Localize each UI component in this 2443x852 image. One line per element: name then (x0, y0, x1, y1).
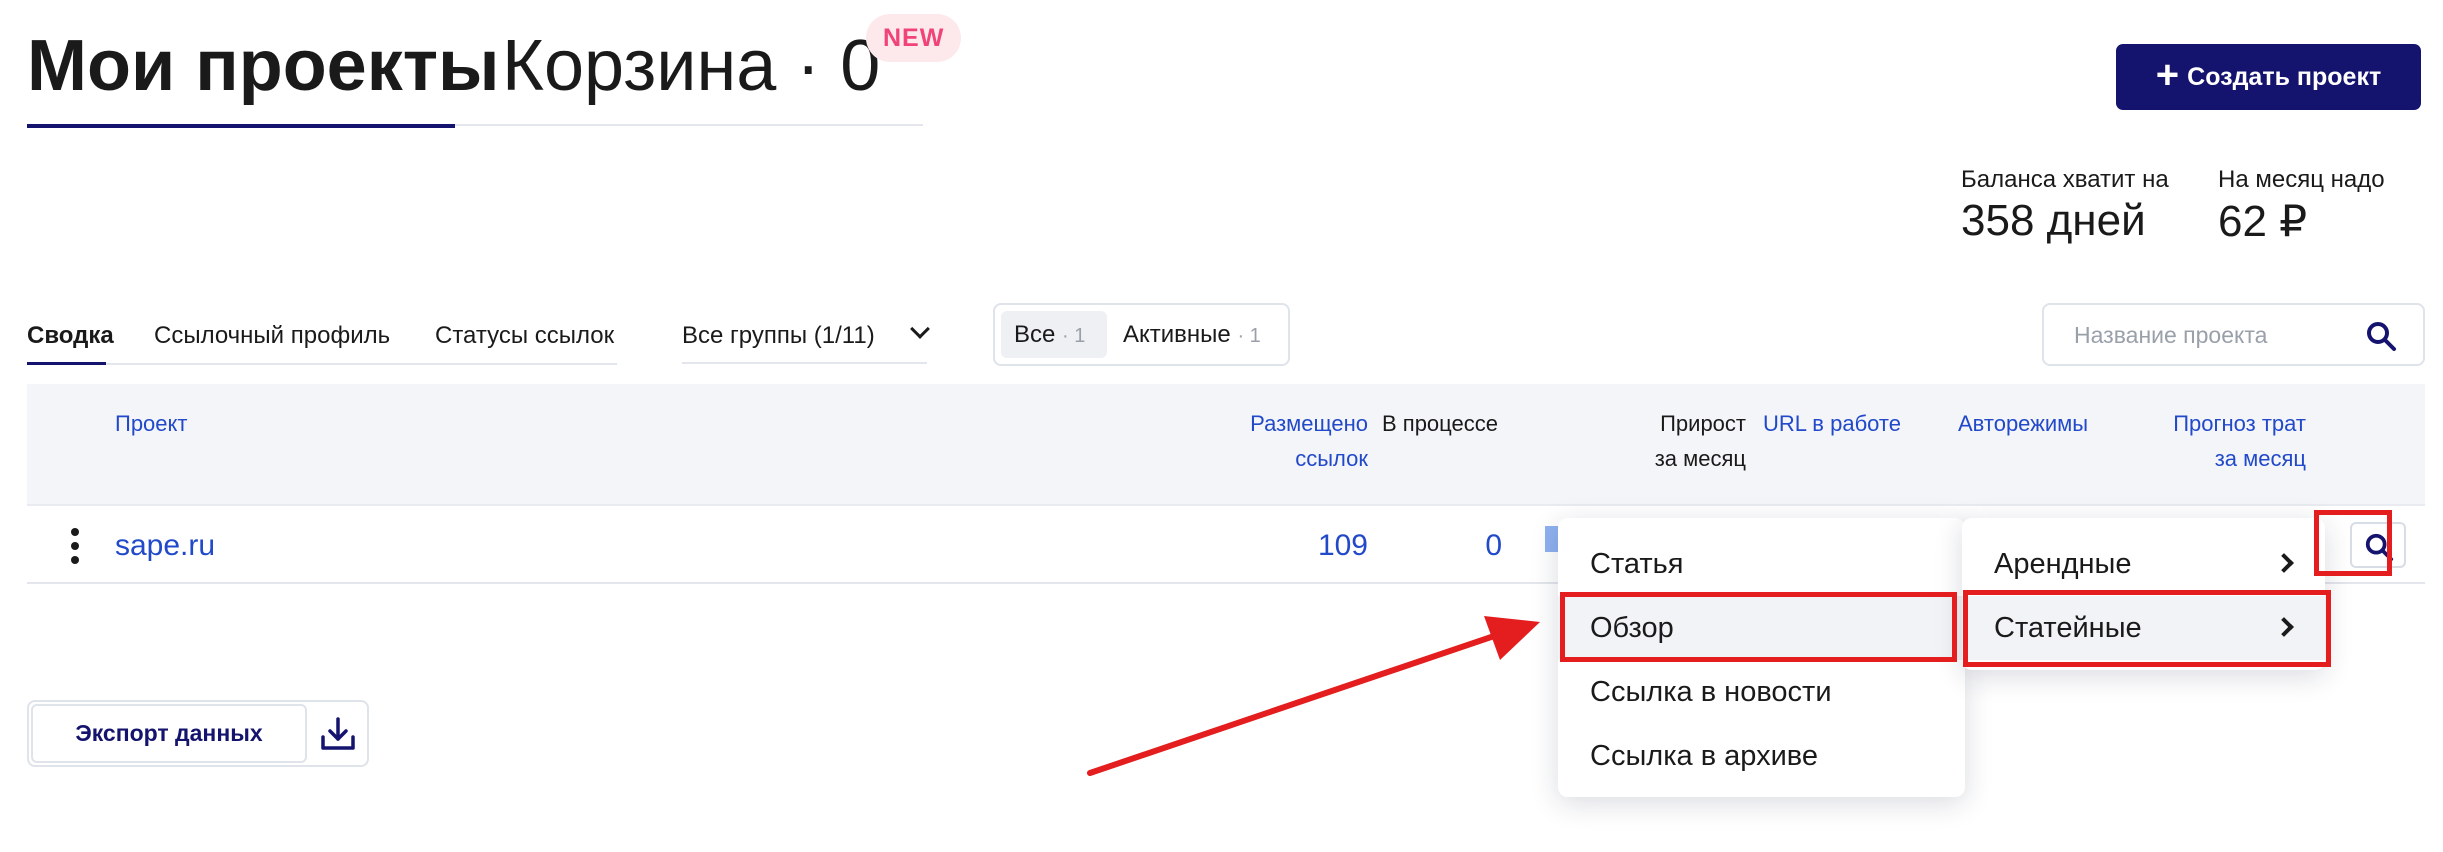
search-icon[interactable] (2365, 320, 2397, 352)
th-forecast-line1: Прогноз трат (2173, 411, 2306, 436)
annotation-box-search (2314, 510, 2392, 576)
balance-days-value: 358 дней (1961, 196, 2146, 245)
download-icon[interactable] (319, 715, 357, 753)
annotation-box-articles (1963, 590, 2331, 667)
filter-active-count: · 1 (1237, 325, 1261, 347)
menu-item-archive-link[interactable]: Ссылка в архиве (1558, 724, 1965, 788)
chevron-down-icon (910, 319, 930, 339)
tab-cart[interactable]: Корзина · 0 (502, 18, 880, 126)
subtabs-divider (27, 363, 617, 365)
placed-count[interactable]: 109 (1189, 526, 1368, 566)
create-project-label: Создать проект (2187, 62, 2382, 91)
project-search-input[interactable] (2074, 319, 2354, 351)
subtab-link-profile[interactable]: Ссылочный профиль (154, 318, 390, 354)
project-search (2042, 303, 2425, 366)
status-filter: Все · 1 Активные · 1 (993, 303, 1290, 366)
subtab-link-statuses[interactable]: Статусы ссылок (435, 318, 614, 354)
th-growth: Прирост за месяц (1589, 406, 1746, 476)
th-url[interactable]: URL в работе (1763, 406, 1901, 441)
th-placed-line2: ссылок (1295, 446, 1368, 471)
subtab-summary[interactable]: Сводка (27, 318, 114, 354)
filter-active-label: Активные (1123, 321, 1231, 348)
tab-my-projects[interactable]: Мои проекты (27, 18, 500, 128)
create-project-button[interactable]: + Создать проект (2116, 44, 2421, 110)
balance-days: Баланса хватит на 358 дней (1961, 166, 2169, 246)
export-group: Экспорт данных (27, 700, 369, 767)
subtab-active-indicator (27, 362, 106, 365)
th-project[interactable]: Проект (115, 406, 187, 441)
th-in-progress: В процессе (1382, 411, 1498, 436)
annotation-box-review (1560, 592, 1957, 662)
menu-item-rental-label: Арендные (1994, 548, 2132, 580)
menu-item-news-link[interactable]: Ссылка в новости (1558, 660, 1965, 724)
filter-active[interactable]: Активные · 1 (1123, 311, 1261, 358)
th-auto[interactable]: Авторежимы (1958, 406, 2088, 441)
groups-select-label: Все группы (1/11) (682, 322, 875, 349)
kebab-menu-icon[interactable] (71, 528, 79, 564)
chevron-right-icon (2274, 553, 2294, 573)
table-header: Проект Размещено ссылок В процессе Приро… (27, 384, 2425, 504)
growth-bar (1545, 526, 1559, 552)
menu-item-rental[interactable]: Арендные (1962, 532, 2325, 596)
th-forecast-line2: за месяц (2214, 446, 2306, 471)
menu-item-article[interactable]: Статья (1558, 532, 1965, 596)
filter-all-count: · 1 (1062, 325, 1086, 347)
annotation-arrow (1087, 616, 1540, 776)
balance-days-label: Баланса хватит на (1961, 166, 2169, 193)
export-data-button[interactable]: Экспорт данных (31, 704, 307, 763)
th-placed-line1: Размещено (1250, 411, 1368, 436)
th-growth-line2: за месяц (1654, 446, 1746, 471)
th-placed[interactable]: Размещено ссылок (1189, 406, 1368, 476)
th-growth-line1: Прирост (1660, 411, 1746, 436)
month-need: На месяц надо 62 ₽ (2218, 166, 2385, 247)
new-badge: NEW (866, 14, 962, 62)
month-need-label: На месяц надо (2218, 166, 2385, 193)
project-link[interactable]: sape.ru (115, 526, 215, 566)
th-forecast[interactable]: Прогноз трат за месяц (2104, 406, 2306, 476)
filter-all[interactable]: Все · 1 (1001, 311, 1107, 358)
in-progress-count: 0 (1485, 529, 1502, 562)
page-tabs: Мои проекты Корзина · 0 (27, 18, 923, 128)
groups-select[interactable]: Все группы (1/11) (682, 318, 930, 364)
plus-icon: + (2155, 53, 2180, 97)
filter-all-label: Все (1014, 321, 1056, 348)
month-need-value: 62 ₽ (2218, 197, 2308, 246)
